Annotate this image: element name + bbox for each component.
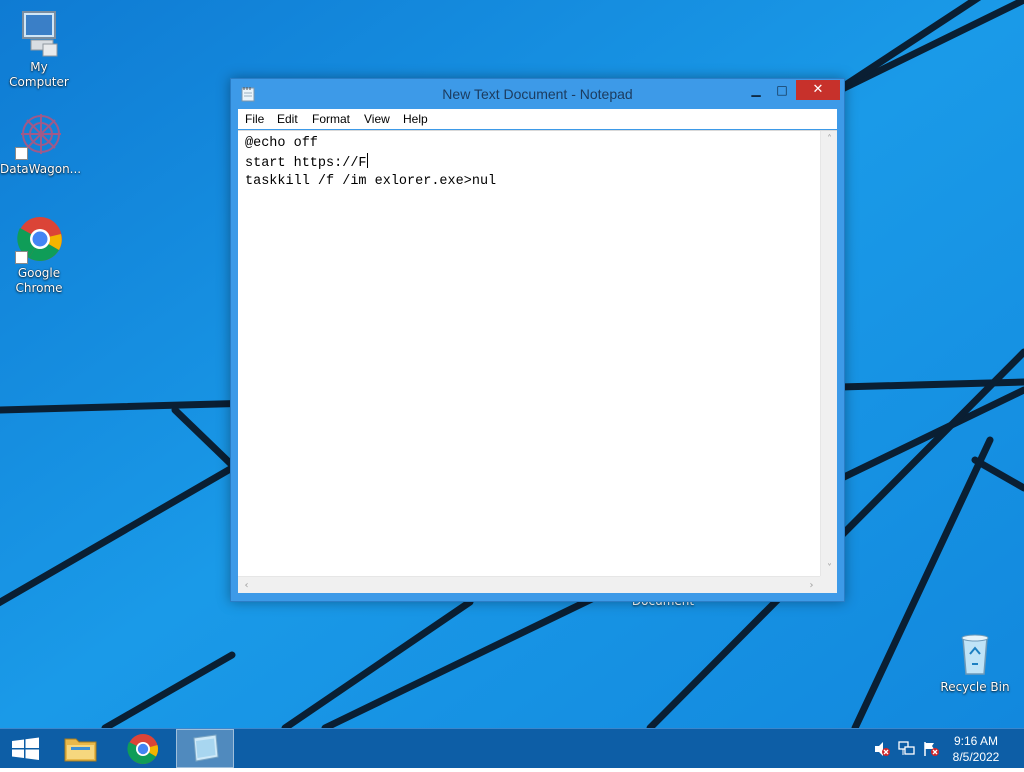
text-editor[interactable]: @echo off start https://F taskkill /f /im … bbox=[238, 130, 837, 593]
chrome-icon bbox=[127, 734, 159, 765]
action-center-icon[interactable] bbox=[922, 741, 940, 757]
windows-logo-icon bbox=[12, 737, 39, 760]
text-line: taskkill /f /im exlorer.exe>nul bbox=[245, 174, 497, 189]
desktop: My Computer DataWagon... Google Chrome R… bbox=[0, 0, 1024, 728]
clock-time: 9:16 AM bbox=[953, 734, 999, 748]
shortcut-arrow-icon bbox=[15, 147, 28, 160]
menu-file[interactable]: File bbox=[244, 112, 265, 126]
menu-edit[interactable]: Edit bbox=[276, 112, 299, 126]
desktop-icon-label: My Computer bbox=[9, 60, 69, 89]
text-caret bbox=[366, 153, 368, 168]
title-bar[interactable]: New Text Document - Notepad ▁ □ ✕ bbox=[231, 79, 844, 109]
close-button[interactable]: ✕ bbox=[796, 80, 840, 100]
taskbar-chrome[interactable] bbox=[114, 729, 172, 768]
desktop-icon-label: DataWagon... bbox=[0, 162, 82, 176]
desktop-icon-datawagon[interactable]: DataWagon... bbox=[0, 112, 82, 177]
text-line: @echo off bbox=[245, 136, 318, 151]
network-icon[interactable] bbox=[898, 741, 916, 757]
desktop-icon-recycle-bin[interactable]: Recycle Bin bbox=[936, 630, 1014, 695]
volume-muted-icon[interactable] bbox=[873, 741, 891, 757]
notepad-window[interactable]: New Text Document - Notepad ▁ □ ✕ File E… bbox=[230, 78, 845, 602]
menu-format[interactable]: Format bbox=[311, 112, 351, 126]
desktop-icon-google-chrome[interactable]: Google Chrome bbox=[0, 216, 78, 296]
computer-icon bbox=[22, 11, 58, 57]
desktop-icon-my-computer[interactable]: My Computer bbox=[0, 10, 78, 90]
resize-grip-icon[interactable] bbox=[820, 576, 837, 593]
clock-date: 8/5/2022 bbox=[952, 750, 1000, 764]
taskbar: 9:16 AM 8/5/2022 bbox=[0, 728, 1024, 768]
scroll-right-icon[interactable]: › bbox=[803, 577, 820, 594]
file-explorer-icon bbox=[64, 738, 97, 762]
scroll-down-icon[interactable]: ˅ bbox=[821, 560, 838, 577]
horizontal-scrollbar[interactable]: ‹ › bbox=[238, 576, 820, 593]
start-button[interactable] bbox=[0, 729, 58, 768]
desktop-icon-label: Google Chrome bbox=[15, 266, 63, 295]
taskbar-file-explorer[interactable] bbox=[52, 729, 110, 768]
notepad-icon bbox=[193, 734, 219, 762]
shortcut-arrow-icon bbox=[15, 251, 28, 264]
menu-help[interactable]: Help bbox=[402, 112, 429, 126]
menu-bar: File Edit Format View Help bbox=[238, 109, 837, 129]
desktop-icon-label: Recycle Bin bbox=[940, 680, 1010, 694]
system-clock[interactable]: 9:16 AM 8/5/2022 bbox=[946, 733, 1006, 765]
menu-view[interactable]: View bbox=[363, 112, 391, 126]
editor-text[interactable]: @echo off start https://F taskkill /f /im … bbox=[245, 135, 496, 191]
vertical-scrollbar[interactable]: ˄ ˅ bbox=[820, 131, 837, 577]
text-line: start https://F bbox=[245, 156, 367, 171]
minimize-button[interactable]: ▁ bbox=[743, 80, 769, 100]
taskbar-notepad[interactable] bbox=[176, 729, 234, 768]
recycle-bin-icon bbox=[961, 634, 989, 675]
scroll-left-icon[interactable]: ‹ bbox=[238, 577, 255, 594]
scroll-up-icon[interactable]: ˄ bbox=[821, 131, 838, 148]
maximize-button[interactable]: □ bbox=[769, 80, 795, 100]
